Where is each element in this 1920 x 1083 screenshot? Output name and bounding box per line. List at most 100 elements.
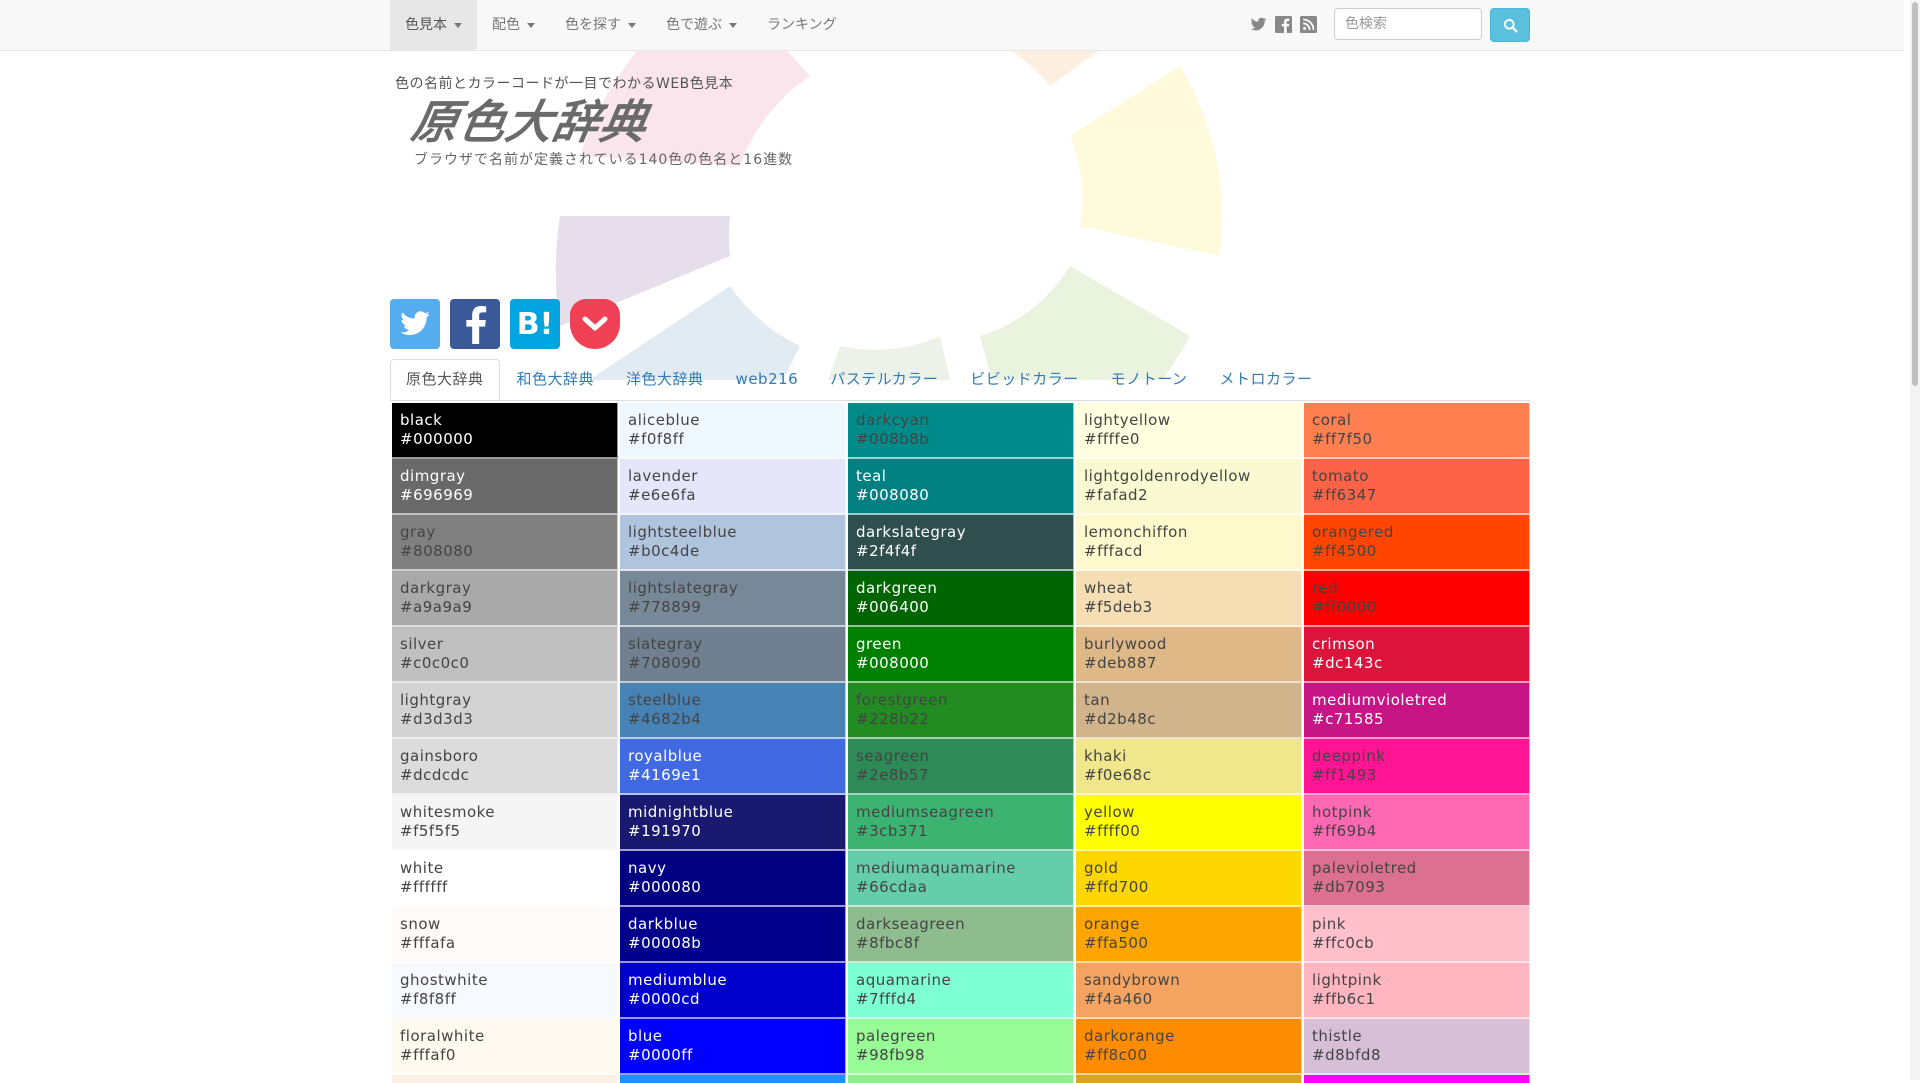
- color-swatch-mediumvioletred[interactable]: mediumvioletred #c71585: [1304, 683, 1530, 739]
- chevron-down-icon: [628, 22, 636, 28]
- color-swatch-teal[interactable]: teal #008080: [848, 459, 1074, 515]
- color-swatch-lemonchiffon[interactable]: lemonchiffon #fffacd: [1076, 515, 1302, 571]
- color-name: black: [400, 411, 443, 429]
- site-logo-title[interactable]: 原色大辞典: [407, 86, 654, 152]
- color-swatch-tomato[interactable]: tomato #ff6347: [1304, 459, 1530, 515]
- color-swatch-darkblue[interactable]: darkblue #00008b: [620, 907, 846, 963]
- color-swatch-goldenrod[interactable]: goldenrod#daa520: [1076, 1075, 1302, 1083]
- color-swatch-darkgray[interactable]: darkgray #a9a9a9: [392, 571, 618, 627]
- color-swatch-dodgerblue[interactable]: dodgerblue#1e90ff: [620, 1075, 846, 1083]
- nav-item-play-with-colors[interactable]: 色で遊ぶ: [651, 0, 752, 50]
- color-swatch-wheat[interactable]: wheat #f5deb3: [1076, 571, 1302, 627]
- color-name: silver: [400, 635, 444, 653]
- color-swatch-burlywood[interactable]: burlywood #deb887: [1076, 627, 1302, 683]
- hatena-bookmark-button[interactable]: B!: [510, 299, 560, 349]
- color-swatch-linen[interactable]: linen#faf0e6: [392, 1075, 618, 1083]
- color-swatch-mediumblue[interactable]: mediumblue #0000cd: [620, 963, 846, 1019]
- color-swatch-darkorange[interactable]: darkorange #ff8c00: [1076, 1019, 1302, 1075]
- color-search-input[interactable]: [1334, 8, 1482, 40]
- color-swatch-tan[interactable]: tan #d2b48c: [1076, 683, 1302, 739]
- color-swatch-white[interactable]: white #ffffff: [392, 851, 618, 907]
- color-swatch-steelblue[interactable]: steelblue #4682b4: [620, 683, 846, 739]
- color-swatch-red[interactable]: red #ff0000: [1304, 571, 1530, 627]
- tab-japanese-colors[interactable]: 和色大辞典: [502, 359, 610, 399]
- tab-vivid-colors[interactable]: ビビッドカラー: [955, 359, 1094, 399]
- color-swatch-darkcyan[interactable]: darkcyan #008b8b: [848, 403, 1074, 459]
- color-swatch-darkseagreen[interactable]: darkseagreen #8fbc8f: [848, 907, 1074, 963]
- color-swatch-navy[interactable]: navy #000080: [620, 851, 846, 907]
- color-swatch-lightgoldenrodyellow[interactable]: lightgoldenrodyellow #fafad2: [1076, 459, 1302, 515]
- rss-icon[interactable]: [1300, 16, 1317, 33]
- color-swatch-mediumaquamarine[interactable]: mediumaquamarine #66cdaa: [848, 851, 1074, 907]
- color-swatch-gainsboro[interactable]: gainsboro #dcdcdc: [392, 739, 618, 795]
- color-swatch-magenta[interactable]: magenta#ff00ff: [1304, 1075, 1530, 1083]
- color-swatch-darkslategray[interactable]: darkslategray #2f4f4f: [848, 515, 1074, 571]
- color-swatch-lightpink[interactable]: lightpink #ffb6c1: [1304, 963, 1530, 1019]
- pocket-button[interactable]: [570, 299, 620, 349]
- color-swatch-gray[interactable]: gray #808080: [392, 515, 618, 571]
- nav-item-color-schemes[interactable]: 配色: [477, 0, 550, 50]
- color-swatch-midnightblue[interactable]: midnightblue #191970: [620, 795, 846, 851]
- color-swatch-lightslategray[interactable]: lightslategray #778899: [620, 571, 846, 627]
- tab-monotone[interactable]: モノトーン: [1096, 359, 1203, 399]
- color-swatch-hotpink[interactable]: hotpink #ff69b4: [1304, 795, 1530, 851]
- color-hex-code: #4169e1: [628, 766, 702, 784]
- color-name: darkorange: [1084, 1027, 1175, 1045]
- tab-primary-colors[interactable]: 原色大辞典: [390, 359, 500, 400]
- color-swatch-deeppink[interactable]: deeppink #ff1493: [1304, 739, 1530, 795]
- color-swatch-thistle[interactable]: thistle #d8bfd8: [1304, 1019, 1530, 1075]
- color-swatch-palegreen[interactable]: palegreen #98fb98: [848, 1019, 1074, 1075]
- color-swatch-yellow[interactable]: yellow #ffff00: [1076, 795, 1302, 851]
- facebook-icon[interactable]: [1275, 16, 1292, 33]
- color-swatch-pink[interactable]: pink #ffc0cb: [1304, 907, 1530, 963]
- color-swatch-orangered[interactable]: orangered #ff4500: [1304, 515, 1530, 571]
- color-swatch-khaki[interactable]: khaki #f0e68c: [1076, 739, 1302, 795]
- color-swatch-green[interactable]: green #008000: [848, 627, 1074, 683]
- color-swatch-slategray[interactable]: slategray #708090: [620, 627, 846, 683]
- tab-metro-colors[interactable]: メトロカラー: [1205, 359, 1328, 399]
- color-swatch-crimson[interactable]: crimson #dc143c: [1304, 627, 1530, 683]
- page-scrollbar[interactable]: [1910, 0, 1920, 1080]
- nav-item-color-samples[interactable]: 色見本: [390, 0, 477, 50]
- color-swatch-whitesmoke[interactable]: whitesmoke #f5f5f5: [392, 795, 618, 851]
- color-swatch-floralwhite[interactable]: floralwhite #fffaf0: [392, 1019, 618, 1075]
- color-swatch-aquamarine[interactable]: aquamarine #7fffd4: [848, 963, 1074, 1019]
- color-name: dimgray: [400, 467, 466, 485]
- color-swatch-coral[interactable]: coral #ff7f50: [1304, 403, 1530, 459]
- color-swatch-gold[interactable]: gold #ffd700: [1076, 851, 1302, 907]
- color-swatch-silver[interactable]: silver #c0c0c0: [392, 627, 618, 683]
- facebook-share-button[interactable]: [450, 299, 500, 349]
- scrollbar-thumb[interactable]: [1912, 2, 1918, 386]
- color-swatch-lightgray[interactable]: lightgray #d3d3d3: [392, 683, 618, 739]
- color-swatch-darkgreen[interactable]: darkgreen #006400: [848, 571, 1074, 627]
- twitter-share-button[interactable]: [390, 299, 440, 349]
- color-swatch-blue[interactable]: blue #0000ff: [620, 1019, 846, 1075]
- tab-western-colors[interactable]: 洋色大辞典: [611, 359, 719, 399]
- color-swatch-lightyellow[interactable]: lightyellow #ffffe0: [1076, 403, 1302, 459]
- color-hex-code: #fafad2: [1084, 486, 1149, 504]
- color-swatch-black[interactable]: black #000000: [392, 403, 618, 459]
- color-name: deeppink: [1312, 747, 1386, 765]
- twitter-icon[interactable]: [1250, 16, 1267, 33]
- color-swatch-royalblue[interactable]: royalblue #4169e1: [620, 739, 846, 795]
- color-swatch-orange[interactable]: orange #ffa500: [1076, 907, 1302, 963]
- color-swatch-snow[interactable]: snow #fffafa: [392, 907, 618, 963]
- color-swatch-forestgreen[interactable]: forestgreen #228b22: [848, 683, 1074, 739]
- color-swatch-aliceblue[interactable]: aliceblue #f0f8ff: [620, 403, 846, 459]
- color-hex-code: #f5deb3: [1084, 598, 1153, 616]
- color-swatch-mediumseagreen[interactable]: mediumseagreen #3cb371: [848, 795, 1074, 851]
- nav-item-find-colors[interactable]: 色を探す: [550, 0, 651, 50]
- color-swatch-lightgreen[interactable]: lightgreen#90ee90: [848, 1075, 1074, 1083]
- tab-pastel-colors[interactable]: パステルカラー: [815, 359, 953, 399]
- color-swatch-sandybrown[interactable]: sandybrown #f4a460: [1076, 963, 1302, 1019]
- color-swatch-lightsteelblue[interactable]: lightsteelblue #b0c4de: [620, 515, 846, 571]
- search-button[interactable]: [1490, 8, 1530, 42]
- color-name: darkgreen: [856, 579, 938, 597]
- color-swatch-dimgray[interactable]: dimgray #696969: [392, 459, 618, 515]
- nav-item-ranking[interactable]: ランキング: [752, 0, 852, 50]
- color-swatch-lavender[interactable]: lavender #e6e6fa: [620, 459, 846, 515]
- color-swatch-seagreen[interactable]: seagreen #2e8b57: [848, 739, 1074, 795]
- color-swatch-palevioletred[interactable]: palevioletred #db7093: [1304, 851, 1530, 907]
- tab-web216[interactable]: web216: [721, 359, 814, 399]
- color-swatch-ghostwhite[interactable]: ghostwhite #f8f8ff: [392, 963, 618, 1019]
